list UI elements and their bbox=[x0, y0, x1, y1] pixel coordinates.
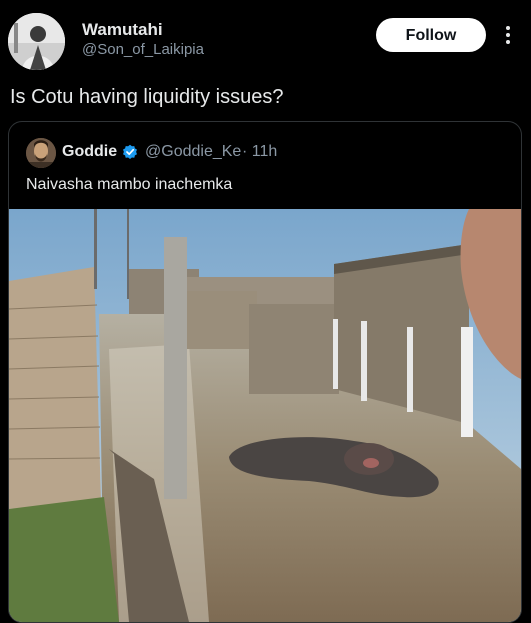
quoted-tweet-card[interactable]: Goddie @Goddie_Ke · 11h Naivasha mambo i… bbox=[8, 121, 522, 623]
author-handle[interactable]: @Son_of_Laikipia bbox=[82, 41, 204, 58]
avatar-image bbox=[8, 13, 65, 70]
quoted-avatar[interactable] bbox=[26, 138, 56, 168]
quoted-author-handle[interactable]: @Goddie_Ke bbox=[145, 143, 241, 161]
tweet-text: Is Cotu having liquidity issues? bbox=[10, 86, 284, 108]
verified-badge-icon bbox=[123, 144, 137, 159]
avatar[interactable] bbox=[8, 13, 65, 70]
flooded-street-hippo-photo[interactable] bbox=[9, 209, 521, 622]
quoted-tweet-text: Naivasha mambo inachemka bbox=[26, 176, 233, 193]
quoted-timestamp[interactable]: · 11h bbox=[242, 143, 277, 161]
quoted-avatar-image bbox=[26, 138, 56, 168]
more-vertical-icon[interactable] bbox=[502, 24, 514, 46]
follow-button[interactable]: Follow bbox=[376, 18, 486, 52]
quoted-author-name[interactable]: Goddie bbox=[62, 143, 117, 161]
author-name[interactable]: Wamutahi bbox=[82, 20, 163, 40]
